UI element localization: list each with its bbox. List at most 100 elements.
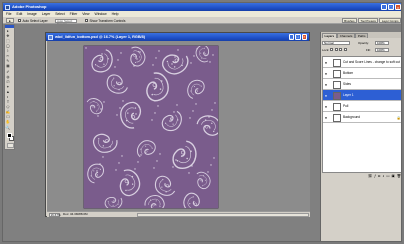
- document-canvas[interactable]: [83, 42, 223, 211]
- blend-mode-dropdown[interactable]: Normal: [322, 40, 350, 45]
- brush-tool-icon[interactable]: ✎: [6, 59, 11, 64]
- layer-row[interactable]: ● Sides: [323, 79, 401, 90]
- pen-tool-icon[interactable]: ✍: [6, 110, 11, 115]
- canvas-area[interactable]: [47, 41, 310, 211]
- doc-close-button[interactable]: ×: [301, 34, 307, 40]
- document-window-controls: _ □ ×: [288, 34, 307, 40]
- maximize-button[interactable]: □: [388, 4, 394, 10]
- visibility-eye-icon[interactable]: ●: [324, 61, 328, 65]
- fill-field[interactable]: 100%: [375, 47, 389, 52]
- document-title-bar[interactable]: wbd_lidfun_bottom.psd @ 16.7% (Layer 1, …: [46, 33, 309, 41]
- adjustment-icon[interactable]: ◑: [382, 174, 384, 179]
- blend-row: Normal Opacity: 100%: [322, 40, 401, 45]
- panel-tabs: Layers Channels Paths: [321, 32, 401, 38]
- auto-select-checkbox[interactable]: [18, 19, 21, 22]
- pattern-dot: [159, 153, 161, 155]
- eraser-tool-icon[interactable]: ◍: [6, 75, 11, 80]
- tab-brushes[interactable]: Brushes: [341, 18, 357, 23]
- auto-select-groups-dropdown[interactable]: Auto Select Groups: [55, 18, 77, 26]
- tab-layers[interactable]: Layers: [322, 32, 337, 38]
- toolbox: ▸ ✥ ⬚ ◯ ⌇ ✂ ✎ ▦ ✐ ◍ ⎚ ✦ ▲ ◐ T ⬠ ✍ ☐ ✋ 🔍: [4, 24, 15, 150]
- move-tool-preset-icon[interactable]: ▸: [6, 18, 14, 23]
- mask-icon[interactable]: ◘: [378, 174, 380, 179]
- layer-thumbnail: [333, 80, 341, 89]
- foreground-color-swatch[interactable]: [6, 133, 12, 138]
- pattern-dot: [212, 54, 214, 56]
- zoom-field[interactable]: 16.67%: [49, 213, 61, 217]
- quick-mask-toggle[interactable]: [6, 143, 14, 148]
- layer-row[interactable]: ● Cut and Score Lines - change to soft c…: [323, 57, 401, 68]
- opacity-field[interactable]: 100%: [375, 40, 389, 45]
- pattern-dot: [121, 155, 123, 157]
- visibility-eye-icon[interactable]: ●: [324, 72, 328, 76]
- tab-channels[interactable]: Channels: [337, 32, 355, 38]
- opacity-label: Opacity:: [358, 40, 370, 45]
- tab-paths[interactable]: Paths: [355, 32, 369, 38]
- link-icon[interactable]: ⛓: [368, 174, 372, 179]
- layer-row[interactable]: ● Pull: [323, 101, 401, 112]
- marquee-tool-icon[interactable]: ⬚: [6, 39, 11, 44]
- trash-icon[interactable]: 🗑: [397, 174, 401, 179]
- lasso-tool-icon[interactable]: ⌇: [6, 49, 11, 54]
- move-cross-icon[interactable]: ✥: [6, 34, 11, 39]
- pattern-dot: [208, 116, 210, 118]
- new-layer-icon[interactable]: ▣: [391, 174, 394, 179]
- doc-maximize-button[interactable]: □: [295, 34, 301, 40]
- layer-row[interactable]: ● Bottom: [323, 68, 401, 79]
- history-brush-icon[interactable]: ✐: [6, 70, 11, 75]
- pattern-dot: [116, 114, 118, 116]
- document-size-info[interactable]: Doc: 34.3M/88.0M: [63, 213, 88, 217]
- hand-tool-icon[interactable]: ✋: [6, 120, 11, 125]
- blur-tool-icon[interactable]: ✦: [6, 85, 11, 90]
- layer-name: Pull: [343, 103, 349, 108]
- dodge-tool-icon[interactable]: ▲: [6, 90, 11, 95]
- pattern-dot: [133, 65, 135, 67]
- photoshop-app-icon: [5, 4, 10, 10]
- crop-tool-icon[interactable]: ✂: [6, 54, 11, 59]
- type-tool-icon[interactable]: T: [6, 100, 11, 105]
- tab-layer-comps[interactable]: Layer Comps: [379, 18, 401, 23]
- paisley-motif: [159, 106, 186, 135]
- lock-transparency-icon[interactable]: [330, 48, 333, 51]
- visibility-eye-icon[interactable]: ●: [324, 83, 328, 87]
- pattern-dot: [136, 58, 138, 60]
- layer-row[interactable]: ● Background 🔒: [323, 112, 401, 123]
- paisley-motif: [179, 189, 207, 211]
- lock-position-icon[interactable]: [339, 48, 342, 51]
- pattern-dot: [151, 119, 153, 121]
- lock-all-icon[interactable]: [343, 48, 347, 51]
- lock-row: Lock: Fill: 100%: [322, 47, 401, 52]
- gradient-tool-icon[interactable]: ⎚: [6, 80, 11, 85]
- fill-label: Fill:: [366, 47, 371, 52]
- minimize-button[interactable]: _: [381, 4, 387, 10]
- burn-tool-icon[interactable]: ◐: [6, 95, 11, 100]
- pattern-dot: [175, 159, 177, 161]
- layer-thumbnail: [333, 102, 341, 111]
- close-button[interactable]: ×: [395, 4, 401, 10]
- visibility-eye-icon[interactable]: ●: [324, 116, 328, 120]
- lock-pixels-icon[interactable]: [334, 48, 338, 51]
- ellipse-marquee-icon[interactable]: ◯: [6, 44, 11, 49]
- fx-icon[interactable]: ƒ: [374, 174, 376, 179]
- layer-thumbnail: [333, 69, 341, 78]
- show-transform-label: Show Transform Controls: [89, 18, 126, 23]
- paisley-motif: [195, 113, 223, 138]
- pattern-dot: [172, 166, 174, 168]
- folder-icon[interactable]: ▭: [386, 174, 389, 179]
- layer-row-selected[interactable]: ● Layer 1: [323, 90, 401, 101]
- visibility-eye-icon[interactable]: ●: [324, 105, 328, 109]
- visibility-eye-icon[interactable]: ●: [324, 94, 328, 98]
- horizontal-scrollbar[interactable]: [137, 213, 309, 217]
- pattern-dot: [196, 48, 198, 50]
- show-transform-checkbox[interactable]: [85, 19, 88, 22]
- tab-tool-presets[interactable]: Tool Presets: [357, 18, 379, 23]
- pattern-dot: [176, 104, 178, 106]
- doc-minimize-button[interactable]: _: [288, 34, 294, 40]
- paisley-motif: [83, 95, 106, 117]
- document-status-bar: 16.67% Doc: 34.3M/88.0M: [47, 211, 310, 217]
- move-tool-icon[interactable]: ▸: [6, 29, 11, 34]
- pattern-dot: [100, 108, 102, 110]
- stamp-tool-icon[interactable]: ▦: [6, 64, 11, 69]
- pattern-dot: [173, 111, 175, 113]
- zoom-tool-icon[interactable]: 🔍: [6, 126, 11, 131]
